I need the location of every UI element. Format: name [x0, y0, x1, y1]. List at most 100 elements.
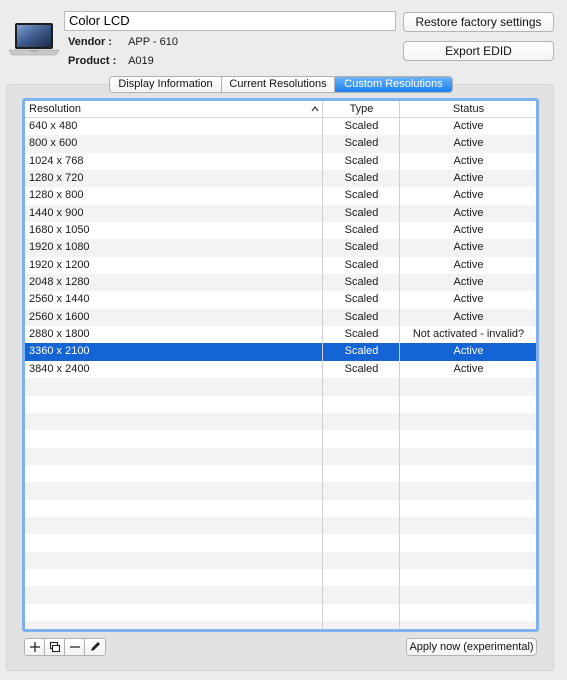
table-body: 640 x 480 Scaled Active 800 x 600 Scaled Acti…: [25, 118, 536, 629]
display-name-field[interactable]: Color LCD: [64, 11, 396, 31]
status-cell: Active: [453, 154, 484, 167]
table-row[interactable]: 1280 x 800 Scaled Active: [25, 187, 536, 205]
resolution-cell: 1024 x 768: [29, 154, 84, 167]
type-cell: Scaled: [344, 310, 379, 323]
tab-custom-resolutions[interactable]: Custom Resolutions: [335, 77, 452, 92]
product-label: Product :: [68, 55, 117, 67]
empty-table-row: [25, 568, 536, 587]
column-divider: [322, 101, 323, 629]
resolution-cell: 1920 x 1080: [29, 241, 90, 254]
tab-current-resolutions[interactable]: Current Resolutions: [222, 77, 335, 92]
empty-table-row: [25, 603, 536, 621]
type-cell: Scaled: [344, 328, 379, 341]
type-cell: Scaled: [344, 120, 379, 132]
type-cell: Scaled: [344, 345, 379, 358]
laptop-icon: [8, 23, 60, 56]
resolution-cell: 1440 x 900: [29, 206, 84, 219]
type-cell: Scaled: [344, 293, 379, 306]
status-cell: Active: [453, 293, 484, 306]
edit-pencil-icon[interactable]: [85, 639, 105, 655]
empty-table-row: [25, 430, 536, 448]
table-row[interactable]: 1280 x 720 Scaled Active: [25, 170, 536, 188]
vendor-value: APP - 610: [128, 36, 179, 48]
table-row[interactable]: 1440 x 900 Scaled Active: [25, 204, 536, 223]
export-edid-button[interactable]: Export EDID: [403, 41, 554, 61]
add-icon[interactable]: [25, 639, 45, 655]
resolution-cell: 1920 x 1200: [29, 258, 90, 271]
table-row[interactable]: 2048 x 1280 Scaled Active: [25, 274, 536, 292]
type-cell: Scaled: [344, 362, 379, 375]
status-cell: Active: [453, 258, 484, 271]
status-cell: Active: [453, 189, 484, 202]
table-row[interactable]: 3840 x 2400 Scaled Active: [25, 360, 536, 379]
type-cell: Scaled: [344, 172, 379, 185]
column-header-resolution[interactable]: Resolution: [29, 101, 319, 117]
empty-table-row: [25, 464, 536, 483]
type-cell: Scaled: [344, 154, 379, 167]
status-cell: Active: [453, 241, 484, 254]
status-cell: Active: [453, 172, 484, 185]
resolution-cell: 2048 x 1280: [29, 276, 90, 289]
resolution-cell: 2880 x 1800: [29, 328, 90, 341]
empty-table-row: [25, 516, 536, 535]
product-value: A019: [128, 55, 154, 67]
product-row: Product : A019: [68, 55, 154, 67]
status-cell: Active: [453, 345, 484, 358]
empty-table-row: [25, 551, 536, 569]
resolution-cell: 1280 x 720: [29, 172, 84, 185]
resolution-cell: 1680 x 1050: [29, 224, 90, 237]
table-row[interactable]: 2880 x 1800 Scaled Not activated - invalid…: [25, 326, 536, 344]
type-cell: Scaled: [344, 241, 379, 254]
resolution-cell: 1280 x 800: [29, 189, 84, 202]
resolution-cell: 2560 x 1440: [29, 293, 90, 306]
empty-table-row: [25, 378, 536, 396]
empty-table-row: [25, 412, 536, 431]
status-cell: Active: [453, 310, 484, 323]
table-header: Resolution Type Status: [25, 101, 536, 118]
table-row[interactable]: 800 x 600 Scaled Active: [25, 135, 536, 153]
empty-table-row: [25, 395, 536, 413]
resolutions-table[interactable]: Resolution Type Status 640 x 480 Scaled Ac…: [22, 98, 539, 632]
type-cell: Scaled: [344, 224, 379, 237]
empty-table-row: [25, 447, 536, 465]
table-row[interactable]: 640 x 480 Scaled Active: [25, 118, 536, 136]
table-row[interactable]: 1024 x 768 Scaled Active: [25, 152, 536, 171]
table-row[interactable]: 2560 x 1600 Scaled Active: [25, 308, 536, 327]
table-row[interactable]: 1920 x 1200 Scaled Active: [25, 256, 536, 275]
vendor-row: Vendor : APP - 610: [68, 36, 178, 48]
tab-bar: Display Information Current Resolutions …: [109, 76, 453, 93]
status-cell: Not activated - invalid?: [412, 328, 525, 341]
resolution-cell: 800 x 600: [29, 137, 78, 150]
empty-table-row: [25, 620, 536, 629]
column-header-status[interactable]: Status: [401, 101, 536, 117]
apply-now-button[interactable]: Apply now (experimental): [406, 638, 537, 656]
table-row[interactable]: 1920 x 1080 Scaled Active: [25, 239, 536, 257]
table-row[interactable]: 1680 x 1050 Scaled Active: [25, 222, 536, 240]
status-cell: Active: [453, 206, 484, 219]
status-cell: Active: [453, 120, 484, 132]
empty-table-row: [25, 499, 536, 517]
resolution-cell: 3840 x 2400: [29, 362, 90, 375]
duplicate-icon[interactable]: [45, 639, 65, 655]
vendor-label: Vendor :: [68, 36, 113, 48]
table-edit-toolbar: [24, 638, 106, 656]
empty-table-row: [25, 482, 536, 500]
table-row[interactable]: 3360 x 2100 Scaled Active: [25, 343, 536, 361]
table-row[interactable]: 2560 x 1440 Scaled Active: [25, 291, 536, 309]
status-cell: Active: [453, 137, 484, 150]
status-cell: Active: [453, 276, 484, 289]
status-cell: Active: [453, 224, 484, 237]
tab-display-information[interactable]: Display Information: [110, 77, 222, 92]
empty-table-row: [25, 586, 536, 604]
empty-table-row: [25, 534, 536, 552]
resolution-cell: 2560 x 1600: [29, 310, 90, 323]
type-cell: Scaled: [344, 258, 379, 271]
status-cell: Active: [453, 362, 484, 375]
type-cell: Scaled: [344, 137, 379, 150]
column-divider: [399, 101, 400, 629]
remove-icon[interactable]: [65, 639, 85, 655]
type-cell: Scaled: [344, 189, 379, 202]
column-header-type[interactable]: Type: [323, 101, 400, 117]
restore-factory-settings-button[interactable]: Restore factory settings: [403, 12, 554, 32]
resolution-cell: 3360 x 2100: [29, 345, 90, 358]
